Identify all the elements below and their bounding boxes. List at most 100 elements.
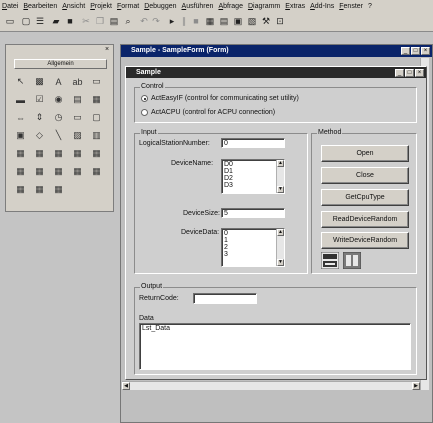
combobox-icon[interactable]: ▤ xyxy=(71,93,84,106)
menu-ausfuehren[interactable]: Ausführen xyxy=(182,3,214,10)
actx-control-icon[interactable]: ▦ xyxy=(90,147,103,160)
list-item[interactable]: D3 xyxy=(224,182,233,189)
menu-abfrage[interactable]: Abfrage xyxy=(218,3,243,10)
minimize-button[interactable]: _ xyxy=(401,47,410,55)
ole-icon[interactable]: ▦ xyxy=(14,147,27,160)
actx-control-icon[interactable]: ▦ xyxy=(52,165,65,178)
commandbutton-icon[interactable]: ▬ xyxy=(14,93,27,106)
frame-icon[interactable]: ▭ xyxy=(90,75,103,88)
menu-debuggen[interactable]: Debuggen xyxy=(144,3,176,10)
actx-control-icon[interactable]: ▦ xyxy=(14,165,27,178)
data-icon[interactable]: ▥ xyxy=(90,129,103,142)
acteasyif-control-icon[interactable] xyxy=(320,251,340,270)
actx-control-icon[interactable]: ▦ xyxy=(52,183,65,196)
open-icon[interactable]: ▰ xyxy=(50,15,62,27)
get-cpu-type-button[interactable]: GetCpuType xyxy=(321,189,409,206)
actx-control-icon[interactable]: ▦ xyxy=(71,165,84,178)
menu-add-ins[interactable]: Add-Ins xyxy=(310,3,334,10)
optionbutton-icon[interactable]: ◉ xyxy=(52,93,65,106)
line-icon[interactable]: ╲ xyxy=(52,129,65,142)
toolbox-tab-allgemein[interactable]: Allgemein xyxy=(14,59,107,69)
menu-projekt[interactable]: Projekt xyxy=(90,3,112,10)
actx-control-icon[interactable]: ▦ xyxy=(90,165,103,178)
list-item[interactable]: D0 xyxy=(224,161,233,168)
cut-icon[interactable]: ✂ xyxy=(80,15,92,27)
image-icon[interactable]: ▨ xyxy=(71,129,84,142)
device-data-scrollbar[interactable]: ▲ ▼ xyxy=(276,229,284,266)
close-button[interactable]: × xyxy=(421,47,430,55)
device-data-list[interactable]: 0 1 2 3 ▲ ▼ xyxy=(221,228,285,267)
picturebox-icon[interactable]: ▩ xyxy=(33,75,46,88)
find-icon[interactable]: ⌕ xyxy=(122,15,134,27)
device-name-scrollbar[interactable]: ▲ ▼ xyxy=(276,160,284,193)
project-explorer-icon[interactable]: ▦ xyxy=(204,15,216,27)
actacpu-control-icon[interactable] xyxy=(342,251,362,270)
run-icon[interactable]: ▸ xyxy=(166,15,178,27)
maximize-button[interactable]: □ xyxy=(411,47,420,55)
filelist-icon[interactable]: ▣ xyxy=(14,129,27,142)
data-list[interactable]: Lst_Data xyxy=(139,323,411,370)
form-close-button[interactable]: × xyxy=(415,69,424,77)
list-item[interactable]: 1 xyxy=(224,237,228,244)
drivelist-icon[interactable]: ▭ xyxy=(71,111,84,124)
toolbox-icon[interactable]: ⚒ xyxy=(260,15,272,27)
timer-icon[interactable]: ◷ xyxy=(52,111,65,124)
menu-extras[interactable]: Extras xyxy=(285,3,305,10)
option-actacpu-radio[interactable] xyxy=(141,109,148,116)
hscrollbar-icon[interactable]: ⇔ xyxy=(14,111,27,124)
list-item[interactable]: D1 xyxy=(224,168,233,175)
actx-control-icon[interactable]: ▦ xyxy=(33,183,46,196)
properties-icon[interactable]: ▤ xyxy=(218,15,230,27)
actx-control-icon[interactable]: ▦ xyxy=(52,147,65,160)
scroll-up-icon[interactable]: ▲ xyxy=(277,229,284,236)
write-device-random-button[interactable]: WriteDeviceRandom xyxy=(321,232,409,249)
menu-format[interactable]: Format xyxy=(117,3,139,10)
form-minimize-button[interactable]: _ xyxy=(395,69,404,77)
scroll-down-icon[interactable]: ▼ xyxy=(277,186,284,193)
return-code-field[interactable] xyxy=(193,293,257,304)
pointer-icon[interactable]: ↖ xyxy=(14,75,27,88)
stop-icon[interactable]: ■ xyxy=(190,15,202,27)
close-connection-button[interactable]: Close xyxy=(321,167,409,184)
shape-icon[interactable]: ◇ xyxy=(33,129,46,142)
window-horizontal-scrollbar[interactable]: ◀ ▶ xyxy=(122,381,420,390)
list-item[interactable]: 0 xyxy=(224,230,228,237)
copy-icon[interactable]: ❐ xyxy=(94,15,106,27)
dirlist-icon[interactable]: ▢ xyxy=(90,111,103,124)
scroll-right-icon[interactable]: ▶ xyxy=(412,382,420,390)
object-browser-icon[interactable]: ▧ xyxy=(246,15,258,27)
add-project-icon[interactable]: ▭ xyxy=(4,15,16,27)
scroll-down-icon[interactable]: ▼ xyxy=(277,259,284,266)
station-number-field[interactable]: 0 xyxy=(221,138,285,148)
textbox-icon[interactable]: ab xyxy=(71,75,84,88)
listbox-icon[interactable]: ▦ xyxy=(90,93,103,106)
read-device-random-button[interactable]: ReadDeviceRandom xyxy=(321,211,409,228)
list-item[interactable]: Lst_Data xyxy=(142,325,170,332)
menu-datei[interactable]: Datei xyxy=(2,3,18,10)
menu-bearbeiten[interactable]: Bearbeiten xyxy=(23,3,57,10)
form-maximize-button[interactable]: □ xyxy=(405,69,414,77)
undo-icon[interactable]: ↶ xyxy=(138,15,150,27)
pause-icon[interactable]: ∥ xyxy=(178,15,190,27)
form-layout-icon[interactable]: ▣ xyxy=(232,15,244,27)
list-item[interactable]: 3 xyxy=(224,251,228,258)
menu-fenster[interactable]: Fenster xyxy=(339,3,363,10)
close-icon[interactable]: × xyxy=(103,46,111,54)
list-item[interactable]: 2 xyxy=(224,244,228,251)
scroll-up-icon[interactable]: ▲ xyxy=(277,160,284,167)
label-icon[interactable]: A xyxy=(52,75,65,88)
actx-control-icon[interactable]: ▦ xyxy=(71,147,84,160)
actx-control-icon[interactable]: ▦ xyxy=(33,165,46,178)
menu-diagramm[interactable]: Diagramm xyxy=(248,3,280,10)
option-acteasyif-radio[interactable] xyxy=(141,95,148,102)
checkbox-icon[interactable]: ☑ xyxy=(33,93,46,106)
save-icon[interactable]: ■ xyxy=(64,15,76,27)
scroll-left-icon[interactable]: ◀ xyxy=(122,382,130,390)
menu-editor-icon[interactable]: ☰ xyxy=(34,15,46,27)
actx-control-icon[interactable]: ▦ xyxy=(33,147,46,160)
vscrollbar-icon[interactable]: ⇕ xyxy=(33,111,46,124)
device-name-list[interactable]: D0 D1 D2 D3 ▲ ▼ xyxy=(221,159,285,194)
menu-help[interactable]: ? xyxy=(368,3,372,10)
redo-icon[interactable]: ↷ xyxy=(150,15,162,27)
add-form-icon[interactable]: ▢ xyxy=(20,15,32,27)
